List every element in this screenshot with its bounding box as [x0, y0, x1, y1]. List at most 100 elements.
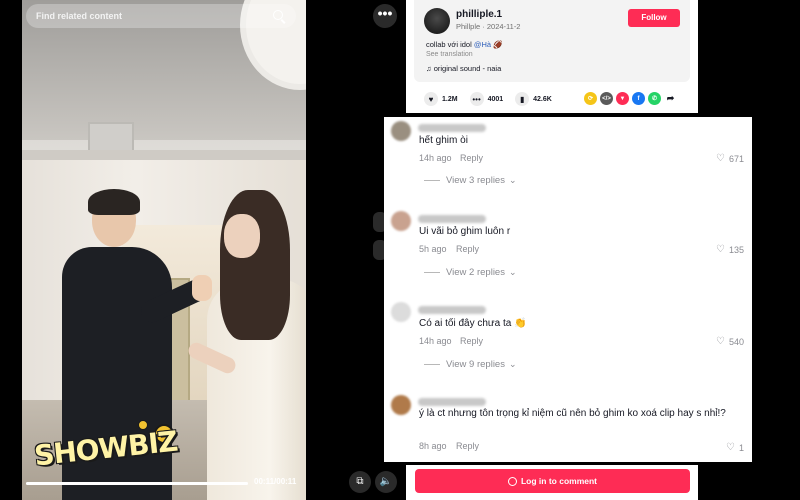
app-screen: Find related content SHOWBIZ 00:11/00:11…	[0, 0, 800, 500]
comment-like[interactable]: ♡ 135	[716, 244, 744, 255]
comment-text: Có ai tối đây chưa ta 👏	[419, 318, 527, 329]
comment-count: 4001	[487, 95, 504, 103]
view-replies-label[interactable]: View 3 replies	[446, 175, 505, 186]
comment-item: Ui vãi bỏ ghim luôn r 5h ago Reply ♡ 135 …	[384, 209, 752, 301]
heart-outline-icon[interactable]: ♡	[726, 442, 736, 453]
author-avatar[interactable]	[424, 8, 450, 34]
comment-like[interactable]: ♡ 671	[716, 153, 744, 164]
reply-button[interactable]: Reply	[460, 336, 483, 346]
view-replies-button[interactable]: View 3 replies ⌄	[424, 175, 517, 186]
author-meta: Phillple · 2024-11-2	[456, 22, 521, 31]
woman-hair	[220, 190, 290, 340]
comment-icon[interactable]: •••	[469, 92, 484, 106]
divider	[424, 272, 440, 273]
share-arrow-icon[interactable]: ➦	[664, 92, 677, 105]
save-stat[interactable]: ▮ 42.6K	[515, 92, 552, 106]
login-label: Log in to comment	[520, 476, 598, 486]
commenter-name[interactable]	[418, 306, 486, 314]
sound-row[interactable]: ♫ original sound - naia	[426, 64, 501, 73]
view-replies-label[interactable]: View 9 replies	[446, 359, 505, 370]
picture-in-picture-icon[interactable]: ⧉	[356, 476, 363, 487]
more-options-button[interactable]: •••	[373, 4, 397, 28]
commenter-name[interactable]	[418, 124, 486, 132]
commenter-avatar[interactable]	[391, 211, 411, 231]
bookmark-icon[interactable]: ▮	[515, 92, 530, 106]
whatsapp-icon[interactable]: ✆	[648, 92, 661, 105]
logo-wordmark: SHOWBIZ	[32, 424, 179, 473]
commenter-avatar[interactable]	[391, 121, 411, 141]
heart-icon[interactable]: ♥	[424, 92, 438, 106]
author-name[interactable]: philliple.1	[456, 9, 502, 20]
send-icon[interactable]: ▼	[616, 92, 629, 105]
comment-bubble-icon	[507, 476, 517, 486]
scene-vent	[88, 122, 134, 152]
comment-item: ý là ct nhưng tôn trọng kỉ niệm cũ nên b…	[384, 393, 752, 462]
view-replies-label[interactable]: View 2 replies	[446, 267, 505, 278]
comment-text: Ui vãi bỏ ghim luôn r	[419, 226, 511, 237]
music-note-icon: ♫	[426, 64, 432, 73]
scene-molding	[22, 150, 306, 160]
login-bar: Log in to comment	[406, 465, 698, 500]
caption-mention[interactable]: @Hà	[474, 40, 491, 49]
pip-button[interactable]: ⧉	[349, 471, 371, 493]
commenter-name[interactable]	[418, 215, 486, 223]
stats-row: ♥ 1.2M ••• 4001 ▮ 42.6K	[424, 91, 564, 107]
search-input[interactable]: Find related content	[36, 11, 272, 21]
comment-text: hết ghim òi	[419, 135, 468, 146]
reply-button[interactable]: Reply	[460, 153, 483, 163]
follow-button[interactable]: Follow	[628, 9, 680, 27]
comment-like-count: 135	[728, 244, 744, 255]
chevron-down-icon[interactable]: ⌄	[509, 175, 517, 186]
comment-like[interactable]: ♡ 1	[726, 442, 744, 453]
repost-icon[interactable]: ⟳	[584, 92, 597, 105]
commenter-avatar[interactable]	[391, 395, 411, 415]
comment-like-count: 671	[728, 153, 744, 164]
embed-icon[interactable]: </>	[600, 92, 613, 105]
video-progress-bar[interactable]	[26, 482, 248, 485]
reply-button[interactable]: Reply	[456, 244, 479, 254]
heart-outline-icon[interactable]: ♡	[716, 244, 726, 255]
comment-like-count: 1	[738, 442, 744, 453]
like-count: 1.2M	[442, 95, 458, 103]
facebook-icon[interactable]: f	[632, 92, 645, 105]
comment-list: hết ghim òi 14h ago Reply ♡ 671 View 3 re…	[384, 117, 752, 462]
showbiz-logo: SHOWBIZ	[32, 418, 184, 484]
like-stat[interactable]: ♥ 1.2M	[424, 92, 458, 106]
share-row: ⟳ </> ▼ f ✆ ➦	[584, 92, 680, 105]
view-replies-button[interactable]: View 9 replies ⌄	[424, 359, 517, 370]
see-translation-link[interactable]: See translation	[426, 51, 473, 58]
login-to-comment-button[interactable]: Log in to comment	[415, 469, 690, 493]
commenter-avatar[interactable]	[391, 302, 411, 322]
view-replies-button[interactable]: View 2 replies ⌄	[424, 267, 517, 278]
caption-emoji: 🏈	[493, 40, 503, 49]
chevron-down-icon[interactable]: ⌄	[509, 359, 517, 370]
video-time: 00:11/00:11	[254, 477, 297, 486]
comment-time: 14h ago	[419, 153, 452, 163]
post-card: philliple.1 Phillple · 2024-11-2 Follow …	[406, 0, 698, 113]
video-progress-fill	[26, 482, 248, 485]
chevron-down-icon[interactable]: ⌄	[509, 267, 517, 278]
search-bar[interactable]: Find related content	[26, 4, 296, 28]
woman-face	[224, 214, 260, 258]
search-icon[interactable]	[272, 9, 286, 23]
comment-like[interactable]: ♡ 540	[716, 336, 744, 347]
man-hair	[88, 189, 140, 215]
heart-outline-icon[interactable]: ♡	[716, 153, 726, 164]
comment-stat[interactable]: ••• 4001	[469, 92, 504, 106]
comment-time: 8h ago	[419, 441, 447, 451]
divider	[424, 364, 440, 365]
comment-text: ý là ct nhưng tôn trọng kỉ niệm cũ nên b…	[419, 408, 726, 419]
comment-item: Có ai tối đây chưa ta 👏 14h ago Reply ♡ 5…	[384, 301, 752, 393]
post-caption: collab với idol @Hà 🏈	[426, 40, 503, 49]
heart-outline-icon[interactable]: ♡	[716, 336, 726, 347]
dancer-woman	[185, 190, 306, 500]
reply-button[interactable]: Reply	[456, 441, 479, 451]
sound-name[interactable]: original sound - naia	[434, 64, 502, 73]
volume-button[interactable]: 🔈	[375, 471, 397, 493]
volume-icon[interactable]: 🔈	[380, 476, 392, 487]
commenter-name[interactable]	[418, 398, 486, 406]
comment-time: 5h ago	[419, 244, 447, 254]
caption-text: collab với idol	[426, 40, 474, 49]
comment-item: hết ghim òi 14h ago Reply ♡ 671 View 3 re…	[384, 117, 752, 209]
divider	[424, 180, 440, 181]
